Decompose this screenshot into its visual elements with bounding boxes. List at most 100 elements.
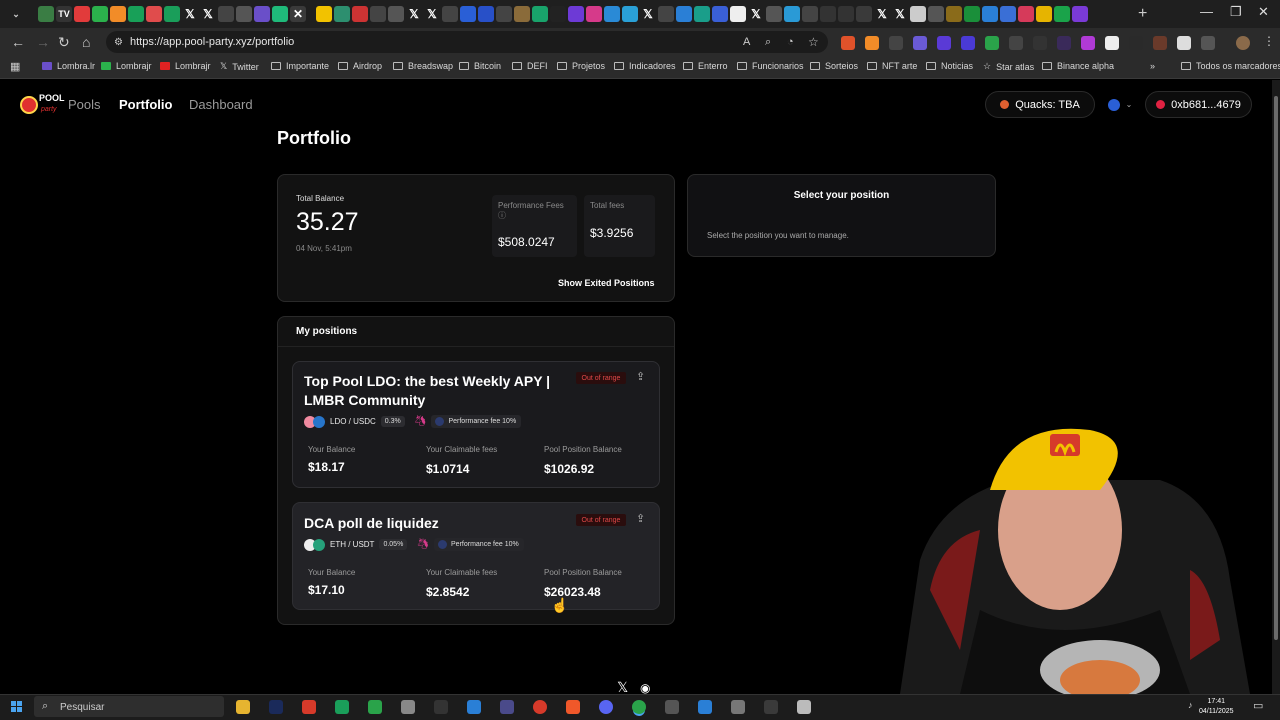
bookmark-folder[interactable]: Projetos xyxy=(557,61,605,71)
tab-favicon[interactable] xyxy=(92,6,108,22)
pool-party-logo[interactable]: POOL party xyxy=(20,94,65,116)
taskbar-app-icon[interactable] xyxy=(335,700,349,714)
bookmark-item[interactable]: Lombrajr xyxy=(160,61,211,71)
tab-favicon[interactable] xyxy=(254,6,270,22)
profile-avatar[interactable] xyxy=(1236,36,1250,50)
extension-icon[interactable] xyxy=(1057,36,1071,50)
taskbar-app-icon[interactable] xyxy=(401,700,415,714)
tab-favicon[interactable] xyxy=(856,6,872,22)
tab-favicon[interactable] xyxy=(982,6,998,22)
bookmark-folder[interactable]: Bitcoin xyxy=(459,61,501,71)
bookmark-item[interactable]: 𝕏 Twitter xyxy=(220,61,259,72)
back-icon[interactable]: ← xyxy=(11,34,25,50)
tab-favicon[interactable] xyxy=(532,6,548,22)
discord-social-icon[interactable]: ◉ xyxy=(640,681,650,695)
nav-pools[interactable]: Pools xyxy=(68,97,101,112)
tab-favicon[interactable] xyxy=(316,6,332,22)
tab-favicon[interactable] xyxy=(146,6,162,22)
install-icon[interactable]: ◔ xyxy=(787,36,794,48)
nav-portfolio[interactable]: Portfolio xyxy=(119,97,172,112)
taskbar-app-icon[interactable] xyxy=(764,700,778,714)
home-icon[interactable]: ⌂ xyxy=(82,34,90,50)
tab-x-icon[interactable]: 𝕏 xyxy=(874,6,890,22)
tab-favicon[interactable] xyxy=(604,6,620,22)
volume-icon[interactable]: ♪ xyxy=(1188,700,1193,710)
extension-icon[interactable] xyxy=(1129,36,1143,50)
extension-icon[interactable] xyxy=(985,36,999,50)
nav-dashboard[interactable]: Dashboard xyxy=(189,97,253,112)
tab-favicon[interactable] xyxy=(802,6,818,22)
discord-icon[interactable] xyxy=(599,700,613,714)
tab-favicon[interactable] xyxy=(164,6,180,22)
reload-icon[interactable]: ↻ xyxy=(58,34,70,51)
tab-favicon[interactable] xyxy=(1000,6,1016,22)
menu-kebab-icon[interactable]: ⋮ xyxy=(1263,34,1275,48)
tab-favicon[interactable] xyxy=(370,6,386,22)
site-info-icon[interactable]: ⚙ xyxy=(114,37,123,48)
tab-favicon[interactable] xyxy=(820,6,836,22)
tab-favicon[interactable] xyxy=(38,6,54,22)
tab-favicon[interactable] xyxy=(838,6,854,22)
extension-icon[interactable] xyxy=(1177,36,1191,50)
bookmark-folder[interactable]: Breadswap xyxy=(393,61,453,71)
network-selector[interactable]: ⌄ xyxy=(1100,91,1140,118)
tab-favicon[interactable] xyxy=(550,6,566,22)
tab-favicon[interactable] xyxy=(946,6,962,22)
quacks-button[interactable]: Quacks: TBA xyxy=(985,91,1095,118)
minimize-icon[interactable]: — xyxy=(1200,4,1213,19)
all-bookmarks[interactable]: Todos os marcadores xyxy=(1181,61,1280,71)
translate-icon[interactable]: A xyxy=(743,36,750,48)
tab-favicon[interactable] xyxy=(478,6,494,22)
extension-icon[interactable] xyxy=(1153,36,1167,50)
taskbar-app-icon[interactable] xyxy=(731,700,745,714)
tab-favicon[interactable] xyxy=(676,6,692,22)
tab-favicon[interactable] xyxy=(910,6,926,22)
extension-icon[interactable] xyxy=(841,36,855,50)
extension-icon[interactable] xyxy=(865,36,879,50)
page-scrollbar-thumb[interactable] xyxy=(1274,96,1278,640)
extension-icon[interactable] xyxy=(889,36,903,50)
new-tab-icon[interactable]: + xyxy=(1138,5,1147,23)
restore-icon[interactable]: ❐ xyxy=(1230,4,1242,20)
tab-x-icon[interactable]: 𝕏 xyxy=(748,6,764,22)
extension-icon[interactable] xyxy=(1009,36,1023,50)
taskbar-app-icon[interactable] xyxy=(797,700,811,714)
extension-icon[interactable] xyxy=(1105,36,1119,50)
tab-favicon[interactable] xyxy=(496,6,512,22)
extension-icon[interactable] xyxy=(913,36,927,50)
tab-search-icon[interactable]: ⌄ xyxy=(8,6,24,22)
bookmark-folder[interactable]: Sorteios xyxy=(810,61,858,71)
tab-x-icon[interactable]: 𝕏 xyxy=(200,6,216,22)
tab-favicon[interactable] xyxy=(1054,6,1070,22)
bookmark-folder[interactable]: Enterro xyxy=(683,61,728,71)
extension-icon[interactable] xyxy=(937,36,951,50)
tab-favicon[interactable] xyxy=(1072,6,1088,22)
share-icon[interactable]: ⇪ xyxy=(636,512,645,525)
tab-favicon[interactable] xyxy=(514,6,530,22)
windows-start-icon[interactable] xyxy=(11,701,23,713)
system-clock[interactable]: 17:41 04/11/2025 xyxy=(1199,697,1234,717)
tab-favicon[interactable] xyxy=(110,6,126,22)
epic-games-icon[interactable] xyxy=(434,700,448,714)
tab-favicon[interactable] xyxy=(388,6,404,22)
bookmark-item[interactable]: Lombra.lr xyxy=(42,61,95,71)
tab-favicon[interactable] xyxy=(622,6,638,22)
wallet-button[interactable]: 0xb681...4679 xyxy=(1145,91,1252,118)
tab-favicon[interactable] xyxy=(964,6,980,22)
tab-favicon[interactable] xyxy=(352,6,368,22)
file-explorer-icon[interactable] xyxy=(236,700,250,714)
bookmark-folder[interactable]: Airdrop xyxy=(338,61,382,71)
tab-x-icon[interactable]: 𝕏 xyxy=(424,6,440,22)
position-card[interactable]: DCA poll de liquidez Out of range ⇪ ETH … xyxy=(292,502,660,610)
extension-icon[interactable] xyxy=(961,36,975,50)
taskbar-app-icon[interactable] xyxy=(500,700,514,714)
tab-favicon[interactable] xyxy=(236,6,252,22)
bookmark-item[interactable]: ☆ Star atlas xyxy=(983,61,1034,72)
tab-favicon[interactable] xyxy=(218,6,234,22)
chrome-icon[interactable] xyxy=(632,700,646,714)
tab-favicon[interactable]: TV xyxy=(56,6,72,22)
bookmark-folder[interactable]: Binance alpha xyxy=(1042,61,1114,71)
info-icon[interactable]: ⓘ xyxy=(498,210,506,221)
tab-close-icon[interactable]: ✕ xyxy=(290,6,306,22)
bookmark-folder[interactable]: NFT arte xyxy=(867,61,917,71)
